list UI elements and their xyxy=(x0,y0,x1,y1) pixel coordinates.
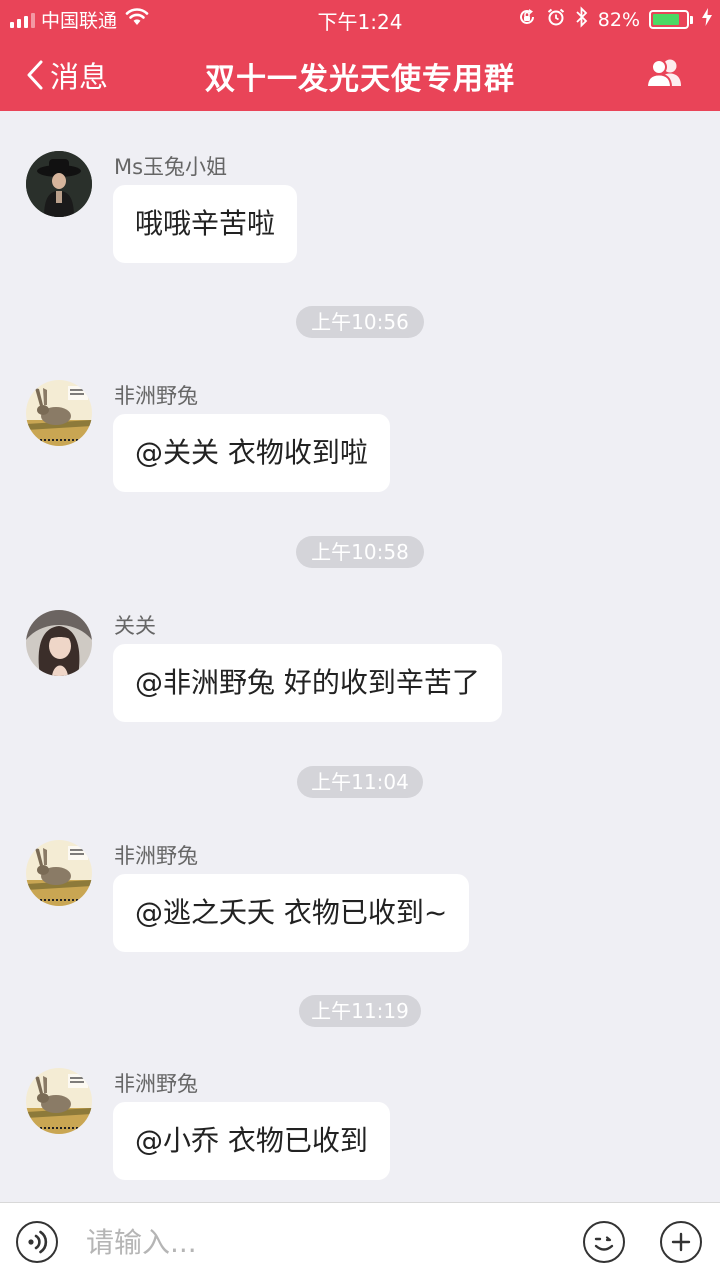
group-members-button[interactable] xyxy=(645,58,684,92)
message-bubble[interactable]: @小乔 衣物已收到 xyxy=(113,1102,390,1180)
hare-avatar[interactable] xyxy=(26,380,92,446)
voice-button[interactable] xyxy=(16,1221,58,1263)
page-title: 双十一发光天使专用群 xyxy=(205,62,515,97)
emoji-icon xyxy=(594,1236,614,1251)
timestamp-badge: 上午10:58 xyxy=(296,536,424,568)
message-list[interactable]: Ms玉兔小姐 哦哦辛苦啦 上午10:56 非洲野兔 @关关 衣物收到啦 上午10… xyxy=(0,111,720,1202)
message-bubble[interactable]: @关关 衣物收到啦 xyxy=(113,414,390,492)
plus-icon xyxy=(671,1232,691,1252)
orientation-lock-icon xyxy=(517,7,537,32)
status-right: 82% xyxy=(517,6,712,33)
group-members-icon xyxy=(645,59,681,88)
message-input[interactable] xyxy=(86,1223,556,1261)
sender-name: 非洲野兔 xyxy=(114,844,198,868)
sender-name: Ms玉兔小姐 xyxy=(114,155,228,179)
timestamp-badge: 上午11:19 xyxy=(299,995,421,1027)
nav-bar: 消息 双十一发光天使专用群 xyxy=(0,36,720,111)
sender-name: 非洲野兔 xyxy=(114,1072,198,1096)
bluetooth-icon xyxy=(575,6,589,33)
message-bubble[interactable]: @逃之夭夭 衣物已收到~ xyxy=(113,874,470,952)
charging-icon xyxy=(702,8,712,31)
message-bubble[interactable]: 哦哦辛苦啦 xyxy=(113,185,298,263)
status-bar: 中国联通 下午1:24 82% xyxy=(0,0,720,36)
more-actions-button[interactable] xyxy=(660,1221,702,1263)
voice-icon xyxy=(28,1230,48,1254)
hare-avatar[interactable] xyxy=(26,840,92,906)
input-bar xyxy=(0,1202,720,1280)
timestamp-badge: 上午10:56 xyxy=(296,306,424,338)
woman-veil-avatar[interactable] xyxy=(26,610,92,676)
header: 中国联通 下午1:24 82% 消息 双十一发光天使专用群 xyxy=(0,0,720,111)
emoji-button[interactable] xyxy=(583,1221,625,1263)
sender-name: 关关 xyxy=(114,614,156,638)
message-bubble[interactable]: @非洲野兔 好的收到辛苦了 xyxy=(113,644,502,722)
sender-name: 非洲野兔 xyxy=(114,384,198,408)
battery-percent: 82% xyxy=(597,8,640,31)
battery-icon xyxy=(649,10,693,29)
hare-avatar[interactable] xyxy=(26,1068,92,1134)
woman-hat-avatar[interactable] xyxy=(26,151,92,217)
alarm-icon xyxy=(546,7,566,32)
timestamp-badge: 上午11:04 xyxy=(297,766,423,798)
